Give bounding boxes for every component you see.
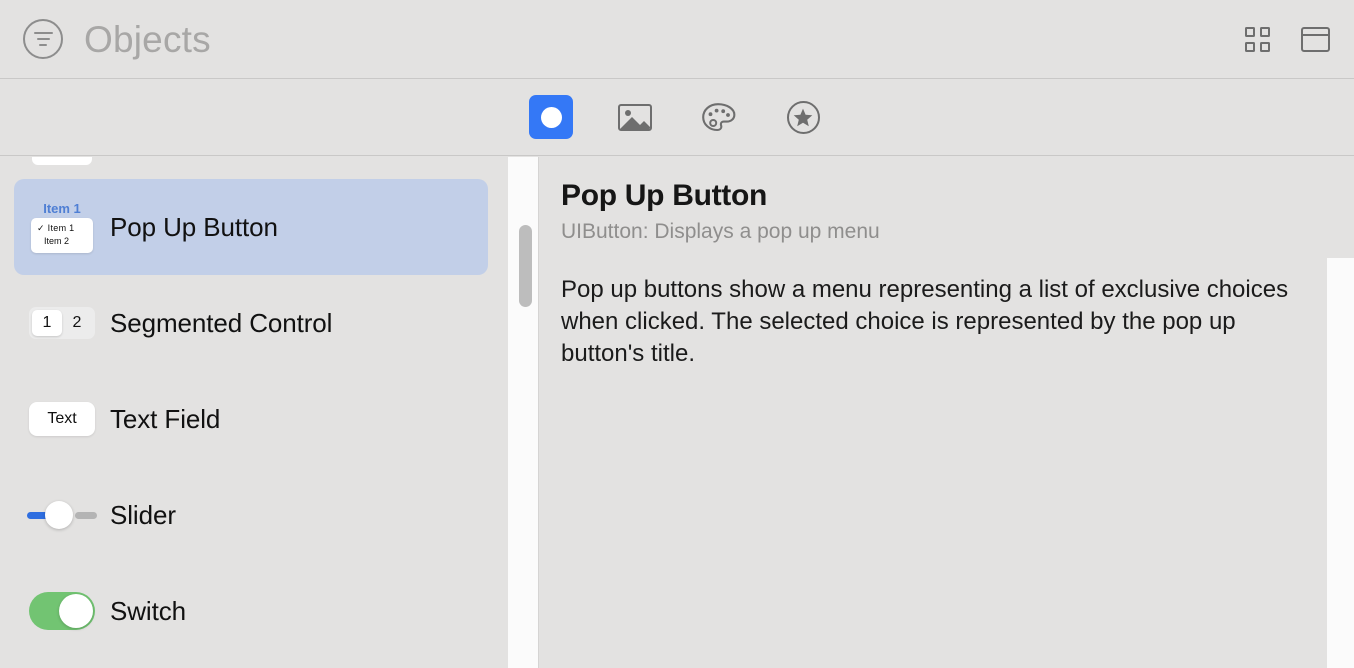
switch-track [29, 592, 95, 630]
switch-knob [59, 594, 93, 628]
page-title: Objects [84, 18, 211, 60]
popup-menu-item: Item 2 [44, 235, 70, 246]
text-field-preview: Text [14, 371, 110, 467]
popup-preview-menu: ✓ Item 1 Item 2 [31, 217, 93, 253]
objects-list: Item 1 ✓ Item 1 Item 2 Pop Up Button 1 2 [0, 157, 508, 668]
list-item-label: Segmented Control [110, 307, 333, 338]
panel-view-button[interactable] [1298, 23, 1332, 57]
palette-icon [702, 102, 736, 131]
list-item-switch[interactable]: Switch [14, 563, 488, 659]
tab-objects[interactable] [529, 95, 573, 139]
tab-favorites[interactable] [781, 95, 825, 139]
grid-view-button[interactable] [1240, 23, 1274, 57]
body-split-view: Item 1 ✓ Item 1 Item 2 Pop Up Button 1 2 [0, 157, 1354, 668]
pop-up-button-preview: Item 1 ✓ Item 1 Item 2 [14, 179, 110, 275]
list-item-slider[interactable]: Slider [14, 467, 488, 563]
filled-circle-icon [540, 106, 562, 128]
tabbar [0, 79, 1354, 156]
slider-track-remaining [75, 511, 97, 519]
panel-view-icon [1300, 27, 1330, 52]
popup-menu-item-checked: ✓ Item 1 [37, 222, 75, 233]
filter-button[interactable] [22, 18, 64, 60]
slider-preview [14, 467, 110, 563]
segmented-control-preview: 1 2 [14, 275, 110, 371]
edge-sheet [1327, 258, 1354, 668]
detail-pane: Pop Up Button UIButton: Displays a pop u… [539, 157, 1354, 668]
list-item-pop-up-button[interactable]: Item 1 ✓ Item 1 Item 2 Pop Up Button [14, 179, 488, 275]
text-field-preview-value: Text [29, 402, 95, 436]
list-item-label: Slider [110, 499, 176, 530]
detail-subtitle: UIButton: Displays a pop up menu [561, 220, 880, 243]
list-scrollbar[interactable] [508, 157, 539, 668]
list-item-label: Switch [110, 595, 186, 626]
photo-icon [618, 103, 652, 131]
star-circle-icon [786, 100, 820, 134]
tab-colors[interactable] [697, 95, 741, 139]
detail-title: Pop Up Button [561, 179, 768, 212]
switch-preview [14, 563, 110, 659]
titlebar: Objects [0, 0, 1354, 79]
filter-lines-circle-icon [23, 19, 63, 59]
list-item-label: Pop Up Button [110, 211, 278, 242]
segment-2: 2 [72, 314, 82, 331]
grid-view-icon [1244, 27, 1270, 52]
list-item-text-field[interactable]: Text Text Field [14, 371, 488, 467]
segment-1: 1 [32, 310, 62, 336]
tab-images[interactable] [613, 95, 657, 139]
slider-knob [45, 501, 73, 529]
popup-preview-title: Item 1 [43, 200, 81, 216]
detail-body-text: Pop up buttons show a menu representing … [561, 276, 1289, 367]
list-item-segmented-control[interactable]: 1 2 Segmented Control [14, 275, 488, 371]
list-item-partial-above[interactable] [32, 157, 92, 165]
app-window: Objects Item 1 ✓ Item 1 Item 2 Pop Up Bu… [0, 0, 1354, 668]
titlebar-actions [1240, 0, 1332, 79]
list-item-label: Text Field [110, 403, 221, 434]
list-scrollbar-thumb[interactable] [519, 225, 532, 307]
